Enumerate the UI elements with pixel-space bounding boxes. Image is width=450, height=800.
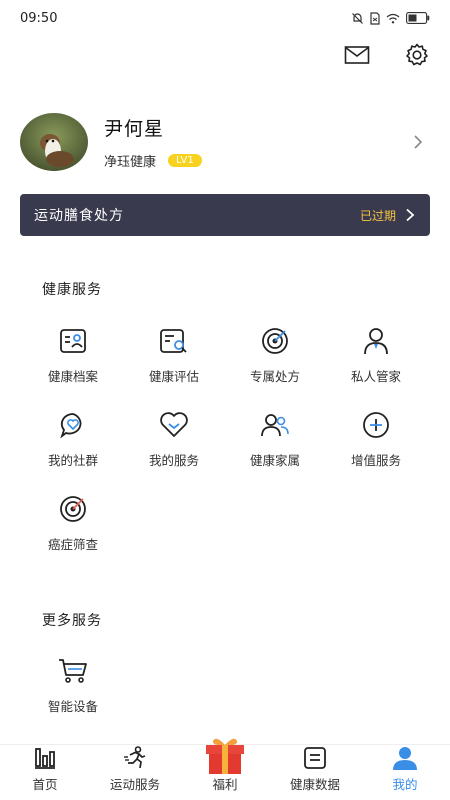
grid-item-personal-butler[interactable]: 私人管家	[326, 326, 426, 396]
status-icons	[351, 11, 430, 25]
settings-gear-icon[interactable]	[404, 42, 430, 68]
tab-label: 健康数据	[289, 777, 340, 792]
avatar[interactable]	[20, 113, 88, 171]
my-service-icon	[159, 410, 189, 440]
running-icon	[122, 745, 148, 770]
cart-icon	[58, 656, 88, 686]
battery-icon	[406, 12, 430, 24]
grid-item-label: 智能设备	[47, 699, 98, 714]
sim-icon	[370, 11, 380, 25]
tab-sports-service[interactable]: 运动服务	[90, 745, 180, 800]
grid-item-label: 癌症筛查	[47, 537, 98, 552]
home-icon	[33, 745, 57, 770]
grid-item-exclusive-prescription[interactable]: 专属处方	[225, 326, 325, 396]
grid-item-health-assessment[interactable]: 健康评估	[124, 326, 224, 396]
tab-mine[interactable]: 我的	[360, 745, 450, 800]
tab-benefits[interactable]: 福利	[180, 738, 270, 800]
grid-item-label: 健康档案	[47, 369, 98, 384]
grid-item-label: 专属处方	[249, 369, 300, 384]
grid-item-label: 我的服务	[148, 453, 199, 468]
message-icon[interactable]	[344, 42, 370, 68]
top-actions	[344, 42, 430, 68]
tab-label: 我的	[392, 777, 418, 792]
tab-label: 运动服务	[109, 777, 160, 792]
health-services-title: 健康服务	[42, 282, 102, 298]
grid-item-community[interactable]: 我的社群	[23, 410, 123, 480]
family-icon	[260, 410, 290, 440]
health-record-icon	[58, 326, 88, 356]
grid-item-smart-device[interactable]: 智能设备	[23, 656, 123, 726]
grid-item-health-record[interactable]: 健康档案	[23, 326, 123, 396]
org-name: 净珏健康	[104, 155, 157, 170]
grid-item-add-service[interactable]: 增值服务	[326, 410, 426, 480]
level-badge: LV1	[168, 154, 202, 167]
status-bar: 09:50	[0, 0, 450, 36]
exclusive-prescription-icon	[260, 326, 290, 356]
grid-item-label: 健康家属	[249, 453, 300, 468]
grid-item-label: 我的社群	[47, 453, 98, 468]
more-services-title: 更多服务	[42, 613, 102, 629]
grid-item-family[interactable]: 健康家属	[225, 410, 325, 480]
tab-home[interactable]: 首页	[0, 745, 90, 800]
profile-sub: 净珏健康 LV1	[104, 151, 410, 170]
mute-icon	[352, 12, 363, 24]
tab-health-data[interactable]: 健康数据	[270, 745, 360, 800]
bottom-tab-bar: 首页 运动服务 福利 健康数据 我的	[0, 738, 450, 800]
user-name: 尹何星	[104, 118, 165, 140]
profile-info: 尹何星 净珏健康 LV1	[104, 114, 410, 170]
profile-card[interactable]: 尹何星 净珏健康 LV1	[20, 112, 430, 172]
chevron-right-icon[interactable]	[410, 134, 426, 150]
gift-icon	[202, 735, 248, 779]
grid-item-label: 健康评估	[148, 369, 199, 384]
user-icon	[392, 745, 418, 770]
status-time: 09:50	[20, 10, 58, 26]
tab-label: 首页	[32, 777, 58, 792]
add-service-icon	[361, 410, 391, 440]
plan-banner[interactable]: 运动膳食处方 已过期	[20, 194, 430, 236]
cancer-screening-icon	[58, 494, 88, 524]
plan-status: 已过期	[359, 208, 396, 223]
health-assessment-icon	[159, 326, 189, 356]
wifi-icon	[386, 13, 400, 23]
personal-butler-icon	[361, 326, 391, 356]
grid-item-cancer-screening[interactable]: 癌症筛查	[23, 494, 123, 564]
grid-item-label: 私人管家	[350, 369, 401, 384]
plan-right: 已过期	[360, 207, 416, 224]
community-icon	[58, 410, 88, 440]
data-icon	[303, 745, 327, 770]
grid-item-my-service[interactable]: 我的服务	[124, 410, 224, 480]
chevron-right-icon	[406, 208, 415, 222]
grid-item-label: 增值服务	[350, 453, 401, 468]
plan-title: 运动膳食处方	[34, 208, 124, 224]
